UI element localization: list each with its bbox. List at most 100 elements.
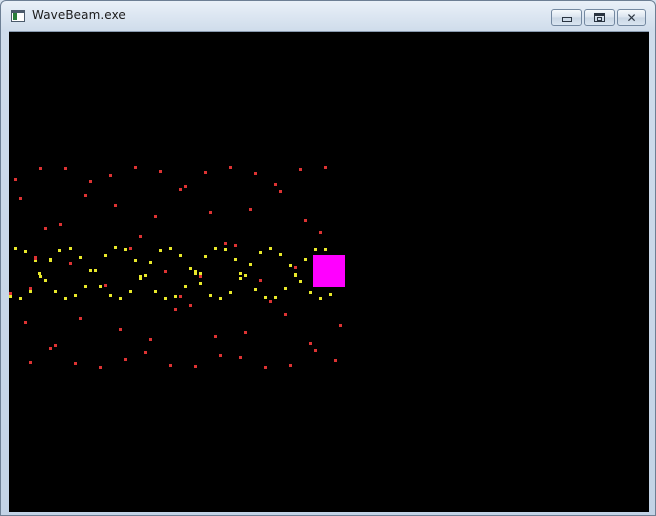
- beam-particle: [189, 267, 192, 270]
- wave-particle: [244, 331, 247, 334]
- title-bar[interactable]: WaveBeam.exe ✕: [1, 1, 655, 30]
- beam-particle: [319, 297, 322, 300]
- wave-particle: [224, 242, 227, 245]
- beam-particle: [134, 259, 137, 262]
- beam-particle: [124, 248, 127, 251]
- wave-particle: [284, 313, 287, 316]
- wave-particle: [109, 174, 112, 177]
- beam-particle: [174, 295, 177, 298]
- beam-particle: [89, 269, 92, 272]
- wave-particle: [179, 188, 182, 191]
- beam-particle: [29, 290, 32, 293]
- wave-particle: [234, 244, 237, 247]
- wave-particle: [254, 172, 257, 175]
- beam-particle: [314, 248, 317, 251]
- beam-particle: [274, 296, 277, 299]
- close-button[interactable]: ✕: [617, 9, 646, 26]
- wave-particle: [169, 364, 172, 367]
- beam-particle: [229, 291, 232, 294]
- beam-particle: [64, 297, 67, 300]
- beam-particle: [139, 277, 142, 280]
- wave-particle: [49, 347, 52, 350]
- wave-particle: [159, 170, 162, 173]
- wave-particle: [264, 366, 267, 369]
- beam-particle: [149, 261, 152, 264]
- wave-particle: [59, 223, 62, 226]
- wave-particle: [314, 349, 317, 352]
- beam-particle: [254, 288, 257, 291]
- beam-particle: [294, 274, 297, 277]
- beam-particle: [184, 285, 187, 288]
- wave-particle: [304, 219, 307, 222]
- wave-particle: [209, 211, 212, 214]
- beam-particle: [38, 272, 41, 275]
- beam-particle: [129, 290, 132, 293]
- wave-particle: [119, 328, 122, 331]
- wave-particle: [339, 324, 342, 327]
- wave-particle: [79, 317, 82, 320]
- wave-particle: [174, 308, 177, 311]
- wave-particle: [29, 361, 32, 364]
- beam-particle: [169, 247, 172, 250]
- beam-particle: [304, 258, 307, 261]
- beam-particle: [144, 274, 147, 277]
- minimize-button[interactable]: [551, 9, 582, 26]
- window-title: WaveBeam.exe: [32, 8, 126, 22]
- beam-particle: [24, 250, 27, 253]
- wave-particle: [164, 270, 167, 273]
- wave-particle: [249, 208, 252, 211]
- wave-particle: [179, 295, 182, 298]
- wave-particle: [99, 366, 102, 369]
- restore-icon: [594, 13, 605, 22]
- beam-particle: [19, 297, 22, 300]
- wave-particle: [14, 178, 17, 181]
- beam-particle: [234, 258, 237, 261]
- wave-particle: [289, 364, 292, 367]
- beam-particle: [239, 272, 242, 275]
- beam-particle: [44, 279, 47, 282]
- beam-particle: [329, 293, 332, 296]
- application-window: WaveBeam.exe ✕: [0, 0, 656, 516]
- player-ship: [313, 255, 345, 287]
- maximize-button[interactable]: [584, 9, 615, 26]
- wave-particle: [144, 351, 147, 354]
- beam-particle: [224, 248, 227, 251]
- wave-particle: [39, 167, 42, 170]
- wave-particle: [334, 359, 337, 362]
- wave-particle: [64, 167, 67, 170]
- beam-particle: [14, 247, 17, 250]
- game-canvas[interactable]: [9, 31, 649, 512]
- beam-particle: [69, 247, 72, 250]
- wave-particle: [54, 344, 57, 347]
- beam-particle: [264, 296, 267, 299]
- beam-particle: [49, 258, 52, 261]
- game-scene: [9, 32, 649, 512]
- wave-particle: [194, 365, 197, 368]
- beam-particle: [58, 249, 61, 252]
- wave-particle: [29, 287, 32, 290]
- beam-particle: [244, 274, 247, 277]
- beam-particle: [239, 277, 242, 280]
- beam-particle: [299, 280, 302, 283]
- wave-particle: [259, 279, 262, 282]
- wave-particle: [114, 204, 117, 207]
- wave-particle: [104, 284, 107, 287]
- wave-particle: [89, 180, 92, 183]
- beam-particle: [269, 247, 272, 250]
- beam-particle: [199, 272, 202, 275]
- wave-particle: [229, 166, 232, 169]
- wave-particle: [319, 231, 322, 234]
- beam-particle: [99, 285, 102, 288]
- wave-particle: [309, 342, 312, 345]
- beam-particle: [79, 256, 82, 259]
- beam-particle: [9, 295, 12, 298]
- wave-particle: [274, 183, 277, 186]
- wave-particle: [279, 190, 282, 193]
- wave-particle: [74, 362, 77, 365]
- wave-particle: [324, 166, 327, 169]
- beam-particle: [84, 285, 87, 288]
- beam-particle: [109, 294, 112, 297]
- wave-particle: [44, 227, 47, 230]
- beam-particle: [39, 275, 42, 278]
- beam-particle: [309, 291, 312, 294]
